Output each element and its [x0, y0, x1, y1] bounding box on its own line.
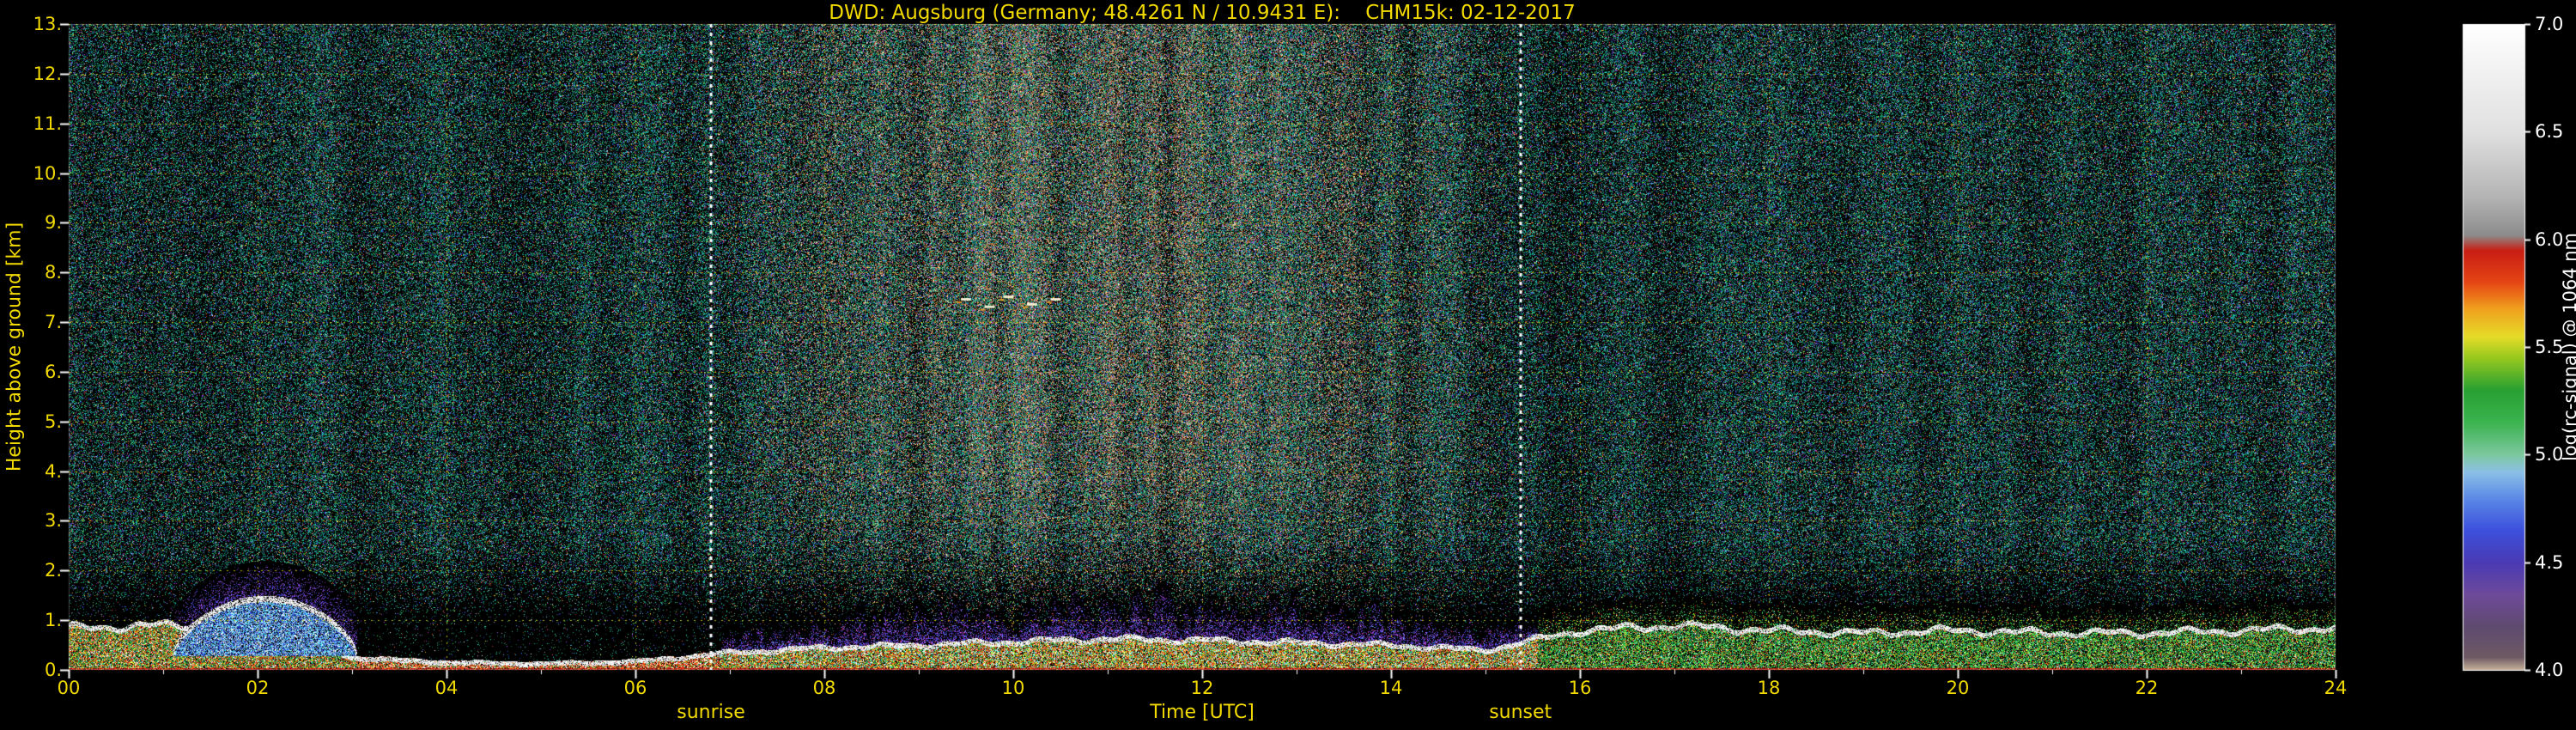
colorbar-tick-label: 4.5 [2535, 552, 2563, 573]
y-tick-label: 4. [0, 461, 62, 482]
x-tick-label: 10 [1002, 678, 1025, 698]
sun-event-label-sunset: sunset [1489, 702, 1552, 723]
x-tick-label: 18 [1758, 678, 1781, 698]
colorbar-tick-label: 7.0 [2535, 14, 2563, 34]
y-axis-label: Height above ground [km] [4, 222, 26, 471]
y-tick-label: 6. [0, 362, 62, 382]
colorbar-tick-label: 6.5 [2535, 121, 2563, 142]
y-tick-label: 3. [0, 510, 62, 531]
y-tick-label: 9. [0, 212, 62, 233]
x-tick-label: 00 [58, 678, 81, 698]
sun-event-label-sunrise: sunrise [677, 702, 745, 723]
y-tick-label: 11. [0, 113, 62, 134]
ceilometer-figure: DWD: Augsburg (Germany; 48.4261 N / 10.9… [0, 0, 2576, 730]
x-tick-label: 04 [435, 678, 459, 698]
y-tick-label: 13. [0, 14, 62, 34]
y-tick-label: 12. [0, 64, 62, 84]
heatmap-canvas [0, 0, 2576, 730]
colorbar-label: log(rc-signal) @ 1064 nm [2560, 233, 2576, 461]
x-tick-label: 16 [1569, 678, 1592, 698]
y-tick-label: 8. [0, 262, 62, 283]
x-tick-label: 02 [246, 678, 270, 698]
chart-title: DWD: Augsburg (Germany; 48.4261 N / 10.9… [829, 2, 1575, 24]
y-tick-label: 5. [0, 411, 62, 432]
colorbar-tick-label: 4.0 [2535, 660, 2563, 680]
x-tick-label: 24 [2324, 678, 2348, 698]
y-tick-label: 1. [0, 610, 62, 630]
x-tick-label: 08 [813, 678, 836, 698]
y-tick-label: 10. [0, 163, 62, 184]
y-tick-label: 7. [0, 312, 62, 332]
x-tick-label: 20 [1947, 678, 1970, 698]
y-tick-label: 0. [0, 660, 62, 680]
x-tick-label: 22 [2136, 678, 2159, 698]
x-tick-label: 12 [1191, 678, 1214, 698]
y-tick-label: 2. [0, 560, 62, 581]
x-tick-label: 06 [624, 678, 647, 698]
x-axis-label: Time [UTC] [1150, 702, 1255, 723]
x-tick-label: 14 [1380, 678, 1403, 698]
